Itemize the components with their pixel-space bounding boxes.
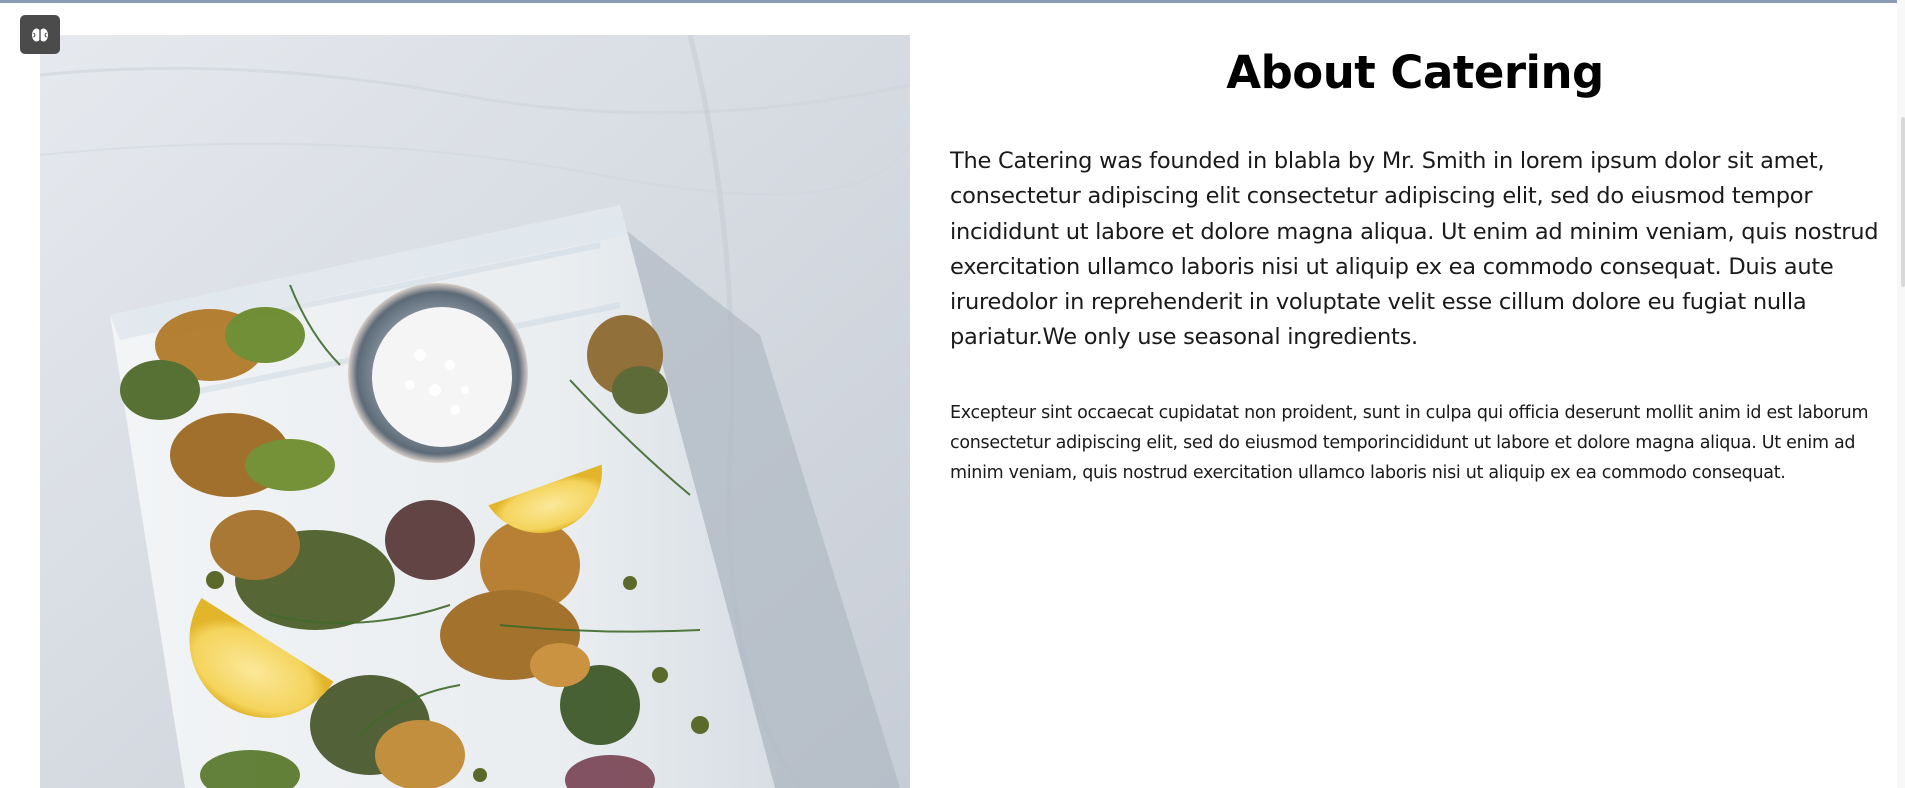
page-scrollbar[interactable]: [1897, 0, 1905, 788]
about-title: About Catering: [1226, 46, 1604, 99]
scrollbar-thumb[interactable]: [1901, 117, 1905, 287]
about-section: About Catering The Catering was founded …: [950, 35, 1880, 488]
catering-photo: [40, 35, 910, 788]
brain-icon: [32, 28, 48, 41]
about-lead-paragraph: The Catering was founded in blabla by Mr…: [950, 148, 1879, 351]
extension-badge[interactable]: [20, 15, 60, 54]
top-border: [0, 0, 1905, 3]
about-body-paragraph: Excepteur sint occaecat cupidatat non pr…: [950, 402, 1869, 483]
